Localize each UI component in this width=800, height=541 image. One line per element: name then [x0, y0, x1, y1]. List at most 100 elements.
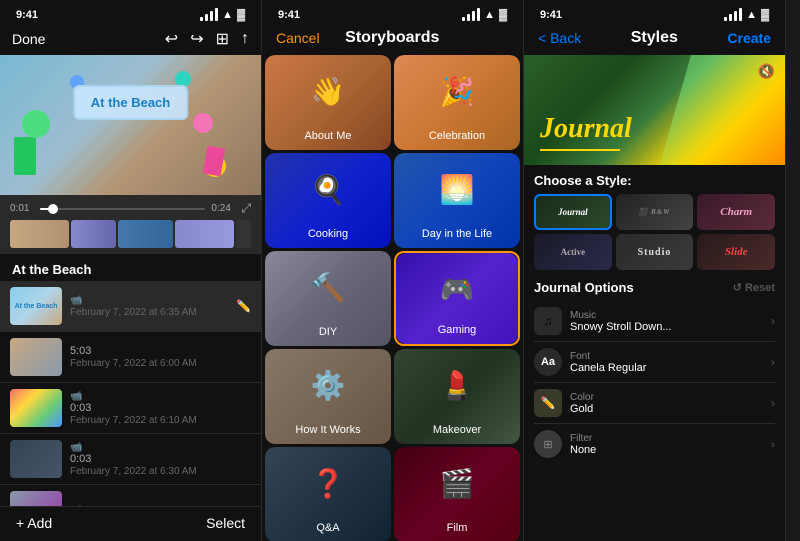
option-music-arrow: ›: [771, 314, 775, 328]
option-font-content: Font Canela Regular: [570, 351, 763, 374]
style-journal[interactable]: Journal: [534, 194, 612, 230]
option-music-content: Music Snowy Stroll Down...: [570, 310, 763, 333]
sb-celebration-label: Celebration: [429, 130, 485, 142]
option-music[interactable]: ♫ Music Snowy Stroll Down... ›: [534, 301, 775, 342]
sb-item-diy[interactable]: 🔨 DIY: [265, 251, 391, 346]
option-music-title: Music: [570, 310, 763, 321]
undo-icon[interactable]: ↩: [165, 29, 178, 49]
battery-icon-2: ▓: [499, 9, 507, 21]
font-aa-label: Aa: [541, 356, 555, 368]
clip-item[interactable]: 5:03 February 7, 2022 at 6:00 AM: [0, 332, 261, 383]
status-bar-3: 9:41 ▲ ▓: [524, 0, 785, 25]
journal-title-text: Journal: [540, 113, 632, 145]
sb-item-qa[interactable]: ❓ Q&A: [265, 447, 391, 541]
clip-info-2: 5:03 February 7, 2022 at 6:00 AM: [70, 345, 251, 369]
option-color-content: Color Gold: [570, 392, 763, 415]
sb-item-day-in-life[interactable]: 🌅 Day in the Life: [394, 153, 520, 248]
sb-diy-label: DIY: [319, 326, 337, 338]
status-icons-2: ▲ ▓: [462, 8, 507, 21]
option-filter-arrow: ›: [771, 437, 775, 451]
back-button[interactable]: < Back: [538, 30, 581, 46]
sb-item-gaming[interactable]: 🎮 Gaming: [394, 251, 520, 346]
create-button[interactable]: Create: [727, 30, 771, 46]
clip-edit-icon-1[interactable]: ✏️: [236, 299, 251, 313]
style-slide[interactable]: Slide: [697, 234, 775, 270]
style-studio[interactable]: Studio: [616, 234, 694, 270]
timeline-bar[interactable]: 0:01 0:24 ⤢: [0, 195, 261, 254]
phone-styles: 9:41 ▲ ▓ < Back Styles Create Journal 🔇 …: [524, 0, 786, 541]
clip-item[interactable]: 📹: [0, 485, 261, 506]
font-icon: Aa: [534, 348, 562, 376]
sb-about-me-label: About Me: [304, 130, 351, 142]
wifi-icon-2: ▲: [484, 9, 495, 21]
style-bw[interactable]: ⬛ B&W: [616, 194, 694, 230]
music-icon: ♫: [534, 307, 562, 335]
clip-list: At the Beach 📹 February 7, 2022 at 6:35 …: [0, 281, 261, 506]
clip-strip-seg1: [10, 220, 69, 248]
expand-icon[interactable]: ⤢: [241, 201, 251, 216]
cooking-icon: 🍳: [311, 173, 346, 206]
project-title: At the Beach: [0, 254, 261, 281]
film-icon: 🎬: [440, 467, 475, 500]
day-in-life-icon: 🌅: [440, 173, 475, 206]
clip-date-1: February 7, 2022 at 6:35 AM: [70, 307, 228, 318]
phone1-header: Done ↩ ↪ ⊞ ↑: [0, 25, 261, 55]
timeline-thumb[interactable]: [48, 204, 58, 214]
option-font[interactable]: Aa Font Canela Regular ›: [534, 342, 775, 383]
signal-icon-2: [462, 8, 480, 21]
battery-icon: ▓: [237, 9, 245, 21]
style-active-label: Active: [561, 247, 586, 257]
reset-button[interactable]: ↺ Reset: [733, 281, 775, 294]
beach-card: At the Beach: [73, 85, 188, 120]
clip-thumb-5: [10, 491, 62, 506]
cancel-button[interactable]: Cancel: [276, 30, 320, 46]
storyboards-title: Storyboards: [345, 29, 439, 47]
sb-item-celebration[interactable]: 🎉 Celebration: [394, 55, 520, 150]
journal-preview: Journal 🔇: [524, 55, 785, 165]
clip-item[interactable]: At the Beach 📹 February 7, 2022 at 6:35 …: [0, 281, 261, 332]
done-button[interactable]: Done: [12, 31, 45, 47]
styles-section: Choose a Style: Journal ⬛ B&W Charm Acti…: [524, 165, 785, 541]
mute-icon[interactable]: 🔇: [758, 63, 775, 80]
option-color[interactable]: ✏️ Color Gold ›: [534, 383, 775, 424]
sb-item-how-it-works[interactable]: ⚙️ How It Works: [265, 349, 391, 444]
clip-strip-seg3: [118, 220, 173, 248]
status-time-3: 9:41: [540, 9, 562, 21]
clip-video-icon-3: 📹: [70, 391, 251, 402]
select-button[interactable]: Select: [206, 515, 245, 531]
sb-cooking-label: Cooking: [308, 228, 348, 240]
storyboards-header: Cancel Storyboards: [262, 25, 523, 55]
sb-item-about-me[interactable]: 👋 About Me: [265, 55, 391, 150]
redo-icon[interactable]: ↪: [190, 29, 203, 49]
option-color-value: Gold: [570, 403, 763, 415]
clip-info-3: 📹 0:03 February 7, 2022 at 6:10 AM: [70, 391, 251, 426]
add-button[interactable]: + Add: [16, 515, 52, 531]
style-studio-label: Studio: [638, 247, 672, 258]
option-filter[interactable]: ⊞ Filter None ›: [534, 424, 775, 464]
filter-icon: ⊞: [534, 430, 562, 458]
sb-item-film[interactable]: 🎬 Film: [394, 447, 520, 541]
wifi-icon-3: ▲: [746, 9, 757, 21]
clip-video-icon-5: 📹: [70, 505, 251, 507]
clip-item[interactable]: 📹 0:03 February 7, 2022 at 6:10 AM: [0, 383, 261, 434]
style-bw-label: ⬛ B&W: [639, 208, 671, 216]
sb-item-makeover[interactable]: 💄 Makeover: [394, 349, 520, 444]
style-active[interactable]: Active: [534, 234, 612, 270]
style-journal-label: Journal: [558, 207, 588, 217]
phone1-footer: + Add Select: [0, 506, 261, 541]
styles-header: < Back Styles Create: [524, 25, 785, 55]
sb-item-cooking[interactable]: 🍳 Cooking: [265, 153, 391, 248]
choose-style-label: Choose a Style:: [534, 173, 775, 188]
styles-title: Styles: [631, 29, 678, 47]
share-icon[interactable]: ↑: [241, 30, 249, 48]
timeline-progress[interactable]: [40, 208, 205, 210]
crop-icon[interactable]: ⊞: [216, 29, 229, 49]
option-filter-value: None: [570, 444, 763, 456]
clip-strip-seg2: [71, 220, 116, 248]
clip-item[interactable]: 📹 0:03 February 7, 2022 at 6:30 AM: [0, 434, 261, 485]
timeline-track: 0:01 0:24 ⤢: [10, 201, 251, 216]
video-preview: At the Beach: [0, 55, 261, 195]
style-charm[interactable]: Charm: [697, 194, 775, 230]
header-toolbar: ↩ ↪ ⊞ ↑: [165, 29, 249, 49]
status-bar-1: 9:41 ▲ ▓: [0, 0, 261, 25]
